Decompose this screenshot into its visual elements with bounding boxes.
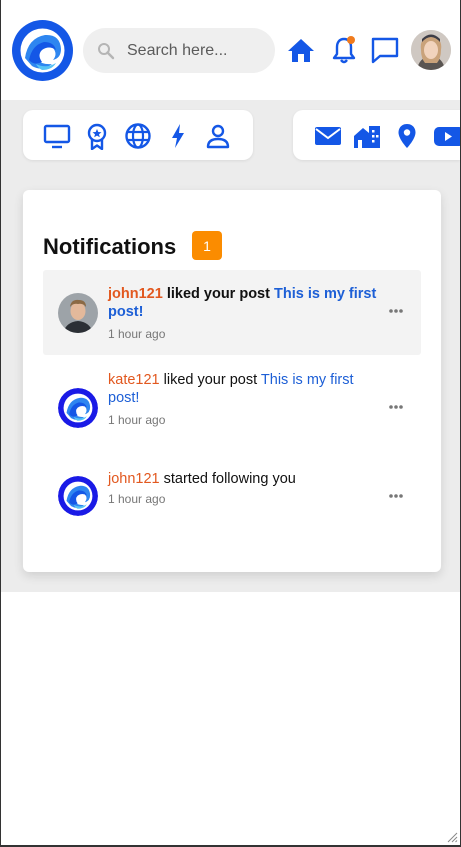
search-icon <box>98 42 115 59</box>
user-icon[interactable] <box>204 122 232 150</box>
notification-username[interactable]: kate121 <box>108 372 160 388</box>
bell-icon[interactable] <box>328 34 360 66</box>
monitor-icon[interactable] <box>43 122 71 150</box>
user-avatar[interactable] <box>58 388 98 428</box>
notification-count-badge: 1 <box>192 231 222 260</box>
app-logo[interactable] <box>12 20 73 81</box>
more-options-icon[interactable] <box>388 308 404 314</box>
main-content: Notifications 1 john121 liked your post … <box>1 100 460 592</box>
home-icon[interactable] <box>285 34 317 66</box>
notification-time: 1 hour ago <box>108 492 166 506</box>
resize-handle-icon[interactable] <box>446 831 458 843</box>
user-avatar[interactable] <box>58 476 98 516</box>
notification-action: liked your post <box>162 286 274 302</box>
user-avatar[interactable] <box>58 293 98 333</box>
notification-item[interactable]: john121 started following you 1 hour ago <box>43 470 421 530</box>
notifications-title: Notifications <box>43 234 177 259</box>
top-header <box>1 0 460 100</box>
globe-icon[interactable] <box>124 122 152 150</box>
quick-nav-group <box>23 110 253 160</box>
notifications-card: Notifications 1 john121 liked your post … <box>23 190 441 572</box>
profile-avatar[interactable] <box>411 30 451 70</box>
notification-item[interactable]: john121 liked your post This is my first… <box>43 270 421 355</box>
location-icon[interactable] <box>393 122 421 150</box>
notification-time: 1 hour ago <box>108 327 166 341</box>
more-options-icon[interactable] <box>388 493 404 499</box>
notification-time: 1 hour ago <box>108 413 166 427</box>
notification-text: john121 liked your post This is my first… <box>108 285 378 321</box>
more-options-icon[interactable] <box>388 404 404 410</box>
notification-username[interactable]: john121 <box>108 471 160 487</box>
notification-text: kate121 liked your post This is my first… <box>108 371 378 407</box>
mail-icon[interactable] <box>314 122 342 150</box>
chat-icon[interactable] <box>369 34 401 66</box>
youtube-icon[interactable] <box>433 122 460 150</box>
notification-text: john121 started following you <box>108 470 378 488</box>
badge-icon[interactable] <box>83 122 111 150</box>
lightning-icon[interactable] <box>164 122 192 150</box>
notification-dot <box>347 36 355 44</box>
quick-nav-group-2 <box>293 110 460 160</box>
notification-action: liked your post <box>159 372 261 388</box>
notification-username[interactable]: john121 <box>108 286 163 302</box>
notification-item[interactable]: kate121 liked your post This is my first… <box>43 370 421 450</box>
search-input[interactable] <box>127 41 267 60</box>
building-icon[interactable] <box>353 122 381 150</box>
notification-action: started following you <box>159 471 296 487</box>
search-bar[interactable] <box>83 28 275 73</box>
